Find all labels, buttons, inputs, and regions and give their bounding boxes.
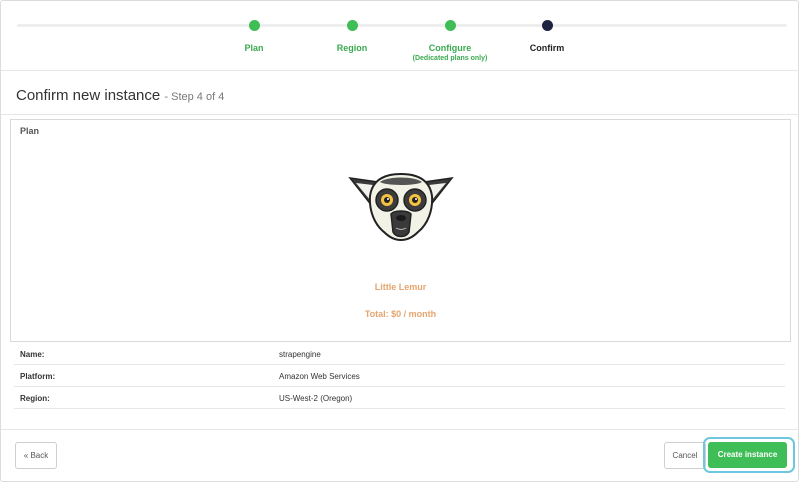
plan-card: Plan Little Lemur Total: $0 / month bbox=[10, 119, 791, 342]
step-dot bbox=[444, 20, 456, 31]
lemur-icon bbox=[348, 172, 454, 242]
progress-stepper: Plan Region Configure (Dedicated plans o… bbox=[1, 1, 799, 71]
step-indicator: - Step 4 of 4 bbox=[164, 91, 225, 103]
step-dot bbox=[248, 20, 260, 31]
create-instance-button[interactable]: Create instance bbox=[708, 442, 787, 468]
detail-key: Name: bbox=[20, 350, 45, 359]
detail-row-name: Name: strapengine bbox=[14, 343, 785, 365]
detail-value: Amazon Web Services bbox=[279, 372, 360, 381]
divider bbox=[1, 114, 799, 115]
page-title: Confirm new instance - Step 4 of 4 bbox=[16, 87, 224, 104]
plan-total-price: Total: $0 / month bbox=[364, 309, 437, 319]
step-confirm: Confirm bbox=[487, 20, 607, 53]
step-label: Confirm bbox=[529, 43, 565, 53]
plan-name: Little Lemur bbox=[374, 282, 427, 292]
step-dot bbox=[541, 20, 553, 31]
step-sublabel: (Dedicated plans only) bbox=[412, 55, 488, 62]
page-title-text: Confirm new instance bbox=[16, 87, 161, 104]
detail-row-region: Region: US-West-2 (Oregon) bbox=[14, 387, 785, 409]
plan-section-label: Plan bbox=[20, 126, 40, 136]
detail-row-platform: Platform: Amazon Web Services bbox=[14, 365, 785, 387]
detail-key: Region: bbox=[20, 394, 50, 403]
detail-value: strapengine bbox=[279, 350, 321, 359]
cancel-button[interactable]: Cancel bbox=[664, 442, 706, 469]
detail-key: Platform: bbox=[20, 372, 56, 381]
wizard-frame: Plan Region Configure (Dedicated plans o… bbox=[0, 0, 799, 482]
detail-value: US-West-2 (Oregon) bbox=[279, 394, 353, 403]
back-button[interactable]: « Back bbox=[15, 442, 57, 469]
step-dot bbox=[346, 20, 358, 31]
instance-details: Name: strapengine Platform: Amazon Web S… bbox=[14, 343, 785, 409]
footer-divider bbox=[1, 429, 799, 430]
